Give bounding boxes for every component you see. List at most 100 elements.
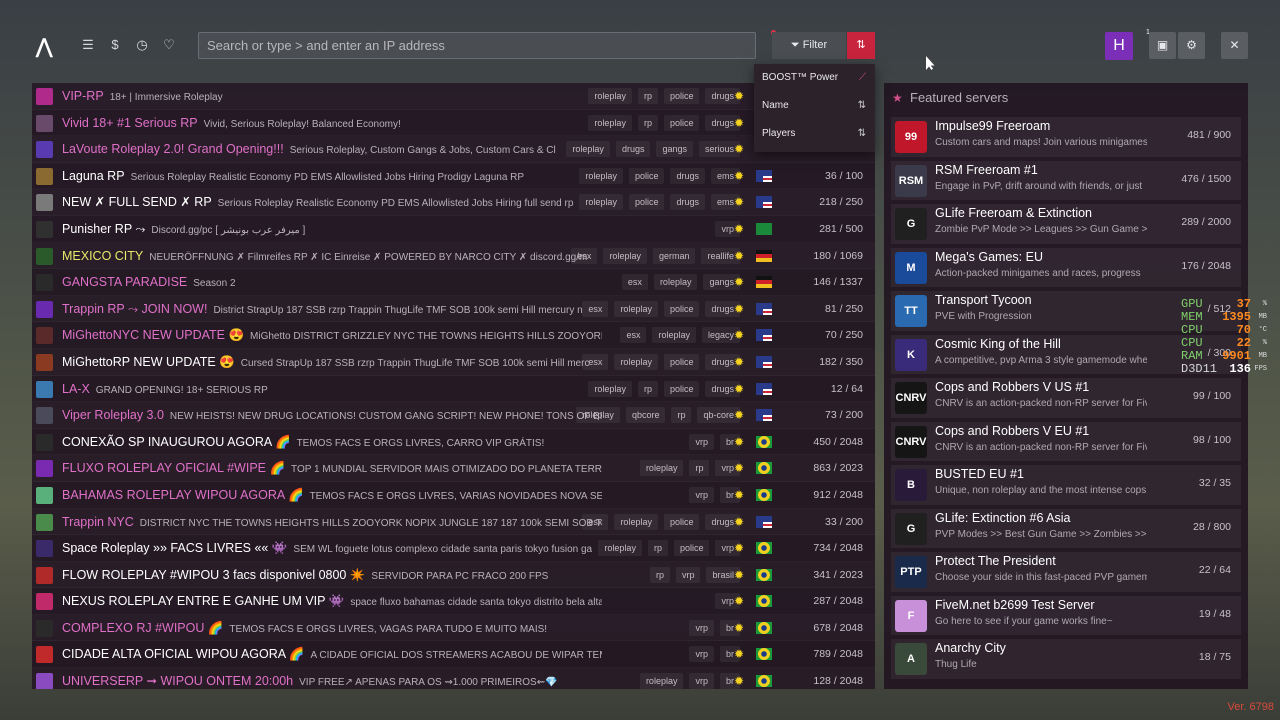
sort-option[interactable]: BOOST™ Power ⟋ bbox=[754, 64, 875, 92]
featured-server-card[interactable]: G GLife Freeroam & Extinction Zombie PvP M… bbox=[891, 204, 1241, 244]
tag-chip[interactable]: roleplay bbox=[614, 513, 658, 530]
server-row[interactable]: FLOW ROLEPLAY #WIPOU 3 facs disponivel 0… bbox=[32, 562, 875, 589]
tag-chip[interactable]: roleplay bbox=[588, 88, 632, 104]
featured-server-card[interactable]: F FiveM.net b2699 Test Server Go here to s… bbox=[891, 595, 1241, 635]
server-row[interactable]: LA-X GRAND OPENING! 18+ SERIOUS RP rolepla… bbox=[32, 376, 875, 403]
server-row[interactable]: Trappin RP ⤳ JOIN NOW! District StrapUp 1… bbox=[32, 296, 875, 323]
history-icon[interactable]: ◷ bbox=[133, 36, 151, 54]
tag-chip[interactable]: roleplay bbox=[614, 353, 658, 370]
tag-chip[interactable]: roleplay bbox=[579, 194, 623, 211]
server-row[interactable]: UNIVERSERP ➞ WIPOU ONTEM 20:00h VIP FREE↗… bbox=[32, 668, 875, 689]
tag-chip[interactable]: esx bbox=[621, 274, 648, 291]
avatar[interactable]: H bbox=[1105, 32, 1133, 60]
server-tags: esx roleplay police drugs bbox=[582, 509, 740, 535]
tag-chip[interactable]: police bbox=[663, 380, 700, 397]
tag-chip[interactable]: qbcore bbox=[625, 407, 666, 424]
close-button[interactable]: ✕ bbox=[1221, 32, 1248, 59]
featured-server-card[interactable]: A Anarchy City Thug Life 18 / 75 bbox=[891, 639, 1241, 679]
tag-chip[interactable]: roleplay bbox=[598, 540, 642, 557]
tag-chip[interactable]: vrp bbox=[689, 646, 714, 663]
tag-chip[interactable]: vrp bbox=[689, 433, 714, 450]
tag-chip[interactable]: police bbox=[628, 194, 665, 211]
tag-chip[interactable]: police bbox=[673, 540, 710, 557]
tag-chip[interactable]: gangs bbox=[656, 141, 693, 158]
server-row[interactable]: MiGhettoRP NEW UPDATE 😍 Cursed StrapUp 18… bbox=[32, 349, 875, 376]
tag-chip[interactable]: police bbox=[663, 114, 700, 131]
server-row[interactable]: COMPLEXO RJ #WIPOU 🌈 TEMOS FACS E ORGS LI… bbox=[32, 615, 875, 642]
tag-chip[interactable]: drugs bbox=[670, 194, 705, 211]
tag-chip[interactable]: rp bbox=[671, 407, 692, 424]
featured-server-card[interactable]: CNRV Cops and Robbers V US #1 CNRV is an a… bbox=[891, 378, 1241, 418]
server-row[interactable]: MEXICO CITY NEUERÖFFNUNG ✗ Filmreifes RP … bbox=[32, 243, 875, 270]
featured-server-card[interactable]: PTP Protect The President Choose your side… bbox=[891, 552, 1241, 592]
server-row[interactable]: Laguna RP Serious Roleplay Realistic Econ… bbox=[32, 163, 875, 190]
tag-chip[interactable]: rp bbox=[647, 540, 668, 557]
featured-server-card[interactable]: G GLife: Extinction #6 Asia PVP Modes >> B… bbox=[891, 508, 1241, 548]
settings-button[interactable]: ⚙ bbox=[1178, 32, 1205, 59]
server-row[interactable]: LaVoute Roleplay 2.0! Grand Opening!!! Se… bbox=[32, 136, 875, 163]
notifications-button[interactable]: ▣ bbox=[1149, 32, 1176, 59]
tag-chip[interactable]: roleplay bbox=[639, 460, 684, 477]
tag-chip[interactable]: drugs bbox=[670, 167, 705, 184]
server-row[interactable]: Punisher RP ⤳ Discord.gg/pc [ ميرفر عرب ب… bbox=[32, 216, 875, 243]
tag-chip[interactable]: esx bbox=[620, 327, 647, 344]
tag-chip[interactable]: police bbox=[663, 353, 700, 370]
server-row[interactable]: CONEXÃO SP INAUGUROU AGORA 🌈 TEMOS FACS E… bbox=[32, 429, 875, 456]
featured-server-card[interactable]: M Mega's Games: EU Action-packed minigames… bbox=[891, 247, 1241, 287]
server-row[interactable]: NEXUS ROLEPLAY ENTRE E GANHE UM VIP 👾 spa… bbox=[32, 588, 875, 615]
tag-chip[interactable]: vrp bbox=[689, 673, 714, 689]
tag-chip[interactable]: roleplay bbox=[639, 673, 684, 689]
tag-chip[interactable]: roleplay bbox=[579, 167, 623, 184]
sort-option[interactable]: Players ⇅ bbox=[754, 120, 875, 148]
tag-chip[interactable]: roleplay bbox=[603, 247, 647, 264]
tag-chip[interactable]: esx bbox=[571, 247, 598, 264]
server-row[interactable]: GANGSTA PARADISE Season 2 esx roleplay gangs… bbox=[32, 269, 875, 296]
tag-chip[interactable]: police bbox=[663, 513, 700, 530]
server-row[interactable]: BAHAMAS ROLEPLAY WIPOU AGORA 🌈 TEMOS FACS… bbox=[32, 482, 875, 509]
tag-chip[interactable]: esx bbox=[582, 513, 609, 530]
tag-chip[interactable]: police bbox=[663, 88, 700, 104]
tag-chip[interactable]: roleplay bbox=[653, 274, 698, 291]
heart-icon[interactable]: ♡ bbox=[160, 36, 178, 54]
tag-chip[interactable]: rp bbox=[637, 114, 658, 131]
list-icon[interactable]: ☰ bbox=[79, 36, 97, 54]
tag-chip[interactable]: esx bbox=[582, 300, 609, 317]
filter-button[interactable]: ⏷ Filter bbox=[772, 32, 846, 59]
featured-server-card[interactable]: B BUSTED EU #1 Unique, non roleplay and th… bbox=[891, 465, 1241, 505]
dollar-icon[interactable]: $ bbox=[106, 36, 124, 54]
tag-chip[interactable]: vrp bbox=[689, 619, 714, 636]
server-row[interactable]: MiGhettoNYC NEW UPDATE 😍 MiGhetto DISTRIC… bbox=[32, 322, 875, 349]
app-logo[interactable]: ⋀ bbox=[36, 34, 56, 58]
tag-chip[interactable]: roleplay bbox=[614, 300, 658, 317]
server-row[interactable]: FLUXO ROLEPLAY OFICIAL #WIPE 🌈 TOP 1 MUND… bbox=[32, 455, 875, 482]
tag-chip[interactable]: esx bbox=[582, 353, 609, 370]
server-row[interactable]: Trappin NYC DISTRICT NYC THE TOWNS HEIGHT… bbox=[32, 509, 875, 536]
tag-chip[interactable]: roleplay bbox=[588, 114, 632, 131]
featured-server-card[interactable]: CNRV Cops and Robbers V EU #1 CNRV is an a… bbox=[891, 421, 1241, 461]
tag-chip[interactable]: vrp bbox=[689, 486, 714, 503]
tag-chip[interactable]: rp bbox=[637, 88, 658, 104]
tag-chip[interactable]: rp bbox=[649, 566, 670, 583]
search-input[interactable]: Search or type > and enter an IP address bbox=[198, 32, 756, 59]
server-row[interactable]: Viper Roleplay 3.0 NEW HEISTS! NEW DRUG L… bbox=[32, 402, 875, 429]
tag-chip[interactable]: drugs bbox=[615, 141, 651, 158]
tag-chip[interactable]: roleplay bbox=[576, 407, 620, 424]
sort-button[interactable]: ⇅ bbox=[847, 32, 875, 59]
featured-server-card[interactable]: RSM RSM Freeroam #1 Engage in PvP, drift a… bbox=[891, 160, 1241, 200]
server-row[interactable]: Vivid 18+ #1 Serious RP Vivid, Serious Ro… bbox=[32, 110, 875, 137]
tag-chip[interactable]: roleplay bbox=[566, 141, 610, 158]
tag-chip[interactable]: vrp bbox=[675, 566, 701, 583]
server-row[interactable]: VIP-RP 18+ | Immersive Roleplay roleplay rp… bbox=[32, 83, 875, 110]
server-row[interactable]: NEW ✗ FULL SEND ✗ RP Serious Roleplay Rea… bbox=[32, 189, 875, 216]
tag-chip[interactable]: police bbox=[663, 300, 700, 317]
server-row[interactable]: Space Roleplay »» FACS LIVRES «« 👾 SEM WL… bbox=[32, 535, 875, 562]
tag-chip[interactable]: rp bbox=[689, 460, 710, 477]
tag-chip[interactable]: rp bbox=[637, 380, 658, 397]
tag-chip[interactable]: police bbox=[628, 167, 665, 184]
featured-server-card[interactable]: 99 Impulse99 Freeroam Custom cars and maps… bbox=[891, 117, 1241, 157]
sort-option[interactable]: Name ⇅ bbox=[754, 92, 875, 120]
tag-chip[interactable]: roleplay bbox=[588, 380, 632, 397]
tag-chip[interactable]: german bbox=[652, 247, 696, 264]
server-row[interactable]: CIDADE ALTA OFICIAL WIPOU AGORA 🌈 A CIDAD… bbox=[32, 641, 875, 668]
tag-chip[interactable]: roleplay bbox=[652, 327, 696, 344]
